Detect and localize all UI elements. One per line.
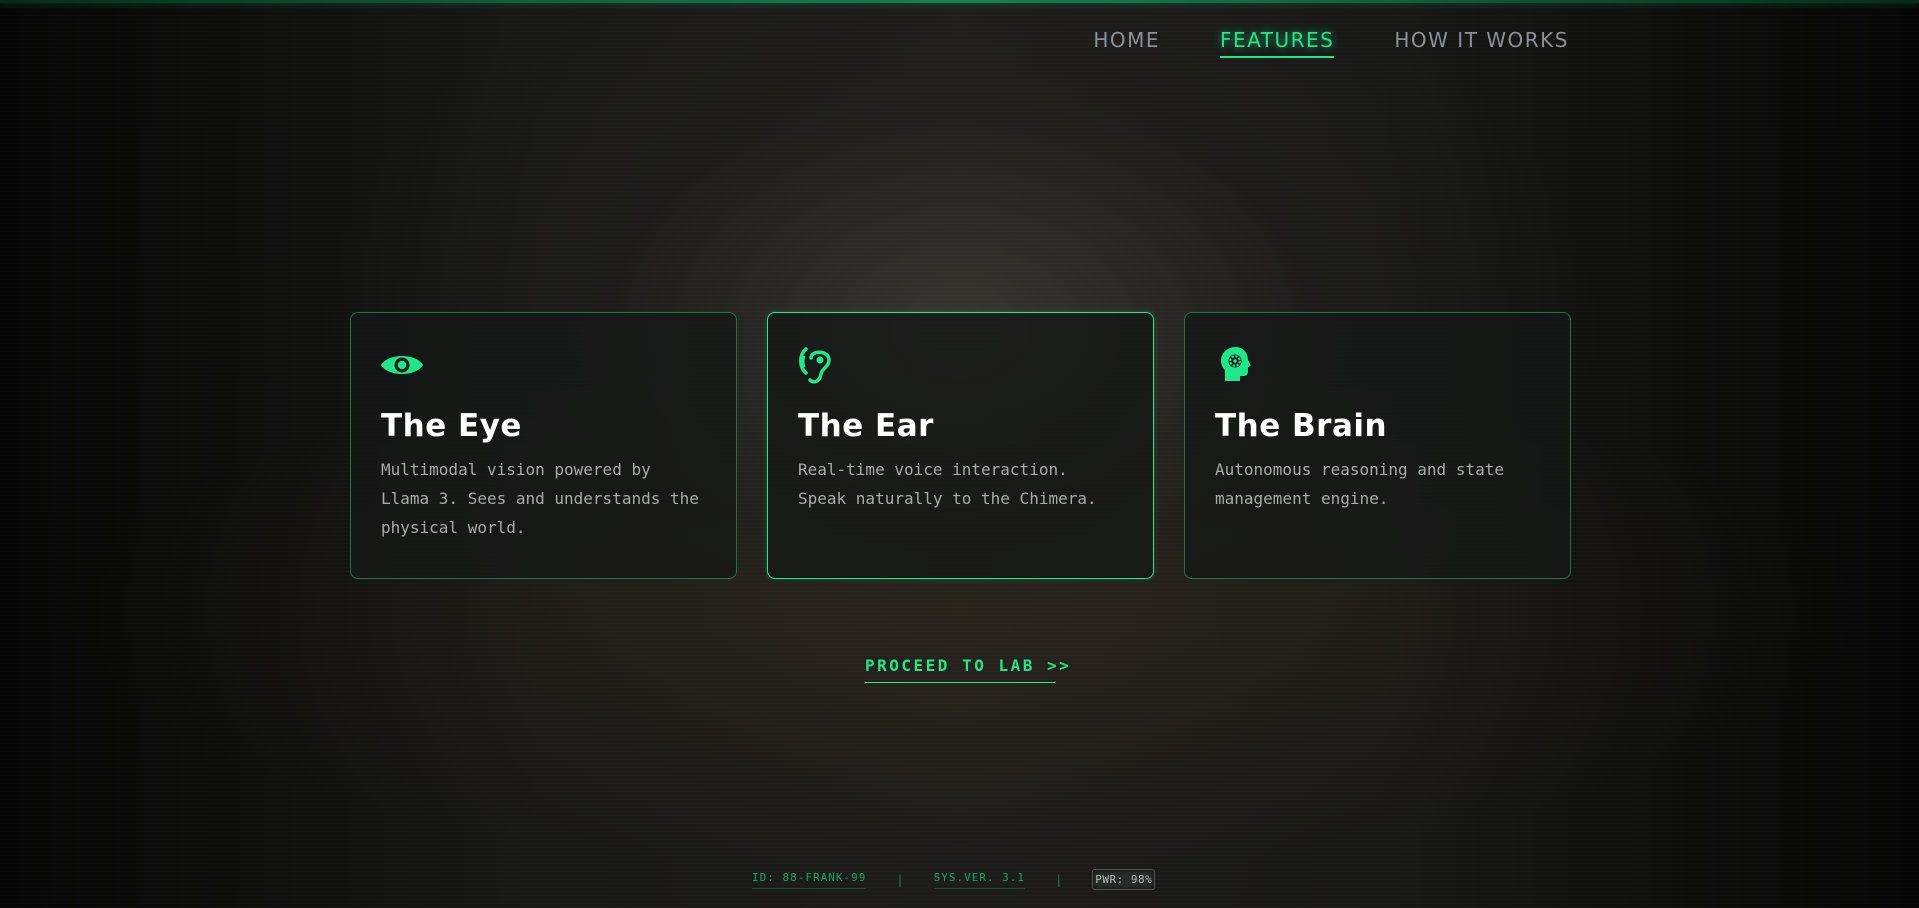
nav-features-link[interactable]: FEATURES xyxy=(1220,30,1335,58)
feature-card-brain[interactable]: The Brain Autonomous reasoning and state… xyxy=(1184,312,1571,579)
feature-description: Real-time voice interaction. Speak natur… xyxy=(798,460,1097,509)
device-id: ID: 88-FRANK-99 xyxy=(752,871,867,889)
status-bar: ID: 88-FRANK-99 | SYS.VER. 3.1 | PWR: 98… xyxy=(752,869,1156,890)
feature-description: Multimodal vision powered by Llama 3. Se… xyxy=(381,460,699,538)
top-glow-border xyxy=(0,0,1919,3)
status-separator: | xyxy=(896,872,904,887)
eye-icon xyxy=(381,356,423,374)
ear-icon xyxy=(799,347,831,384)
power-indicator: PWR: 98% xyxy=(1092,869,1156,890)
feature-card-eye[interactable]: The Eye Multimodal vision powered by Lla… xyxy=(350,312,737,579)
proceed-to-lab-button[interactable]: PROCEED TO LAB >> xyxy=(865,656,1069,683)
nav-how-it-works-link[interactable]: HOW IT WORKS xyxy=(1394,30,1569,58)
system-version: SYS.VER. 3.1 xyxy=(933,871,1026,889)
feature-title: The Eye xyxy=(381,408,522,444)
feature-title: The Brain xyxy=(1215,408,1388,444)
status-separator: | xyxy=(1055,872,1063,887)
feature-description: Autonomous reasoning and state managemen… xyxy=(1215,460,1504,509)
main-nav: HOME FEATURES HOW IT WORKS xyxy=(1093,30,1569,58)
brain-gear-head-icon xyxy=(1221,347,1251,381)
feature-card-ear[interactable]: The Ear Real-time voice interaction. Spe… xyxy=(767,312,1154,579)
nav-home-link[interactable]: HOME xyxy=(1093,30,1160,58)
features-section: The Eye Multimodal vision powered by Lla… xyxy=(350,312,1571,579)
feature-title: The Ear xyxy=(798,408,934,444)
